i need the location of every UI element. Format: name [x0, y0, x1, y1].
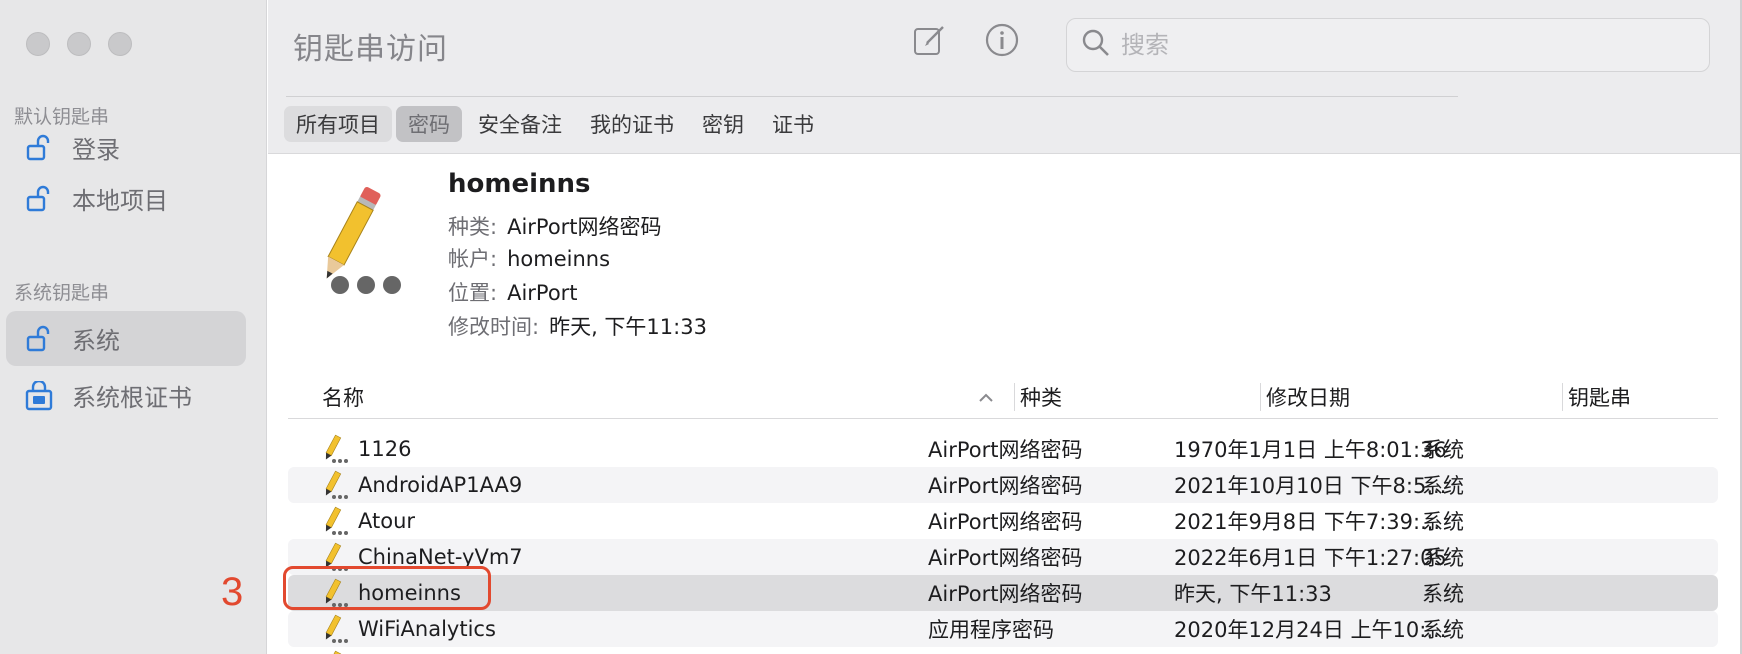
cell-name: Atour — [358, 509, 416, 533]
tab-secure-notes[interactable]: 安全备注 — [466, 106, 574, 142]
cell-keychain: 系统 — [1422, 546, 1464, 570]
sort-ascending-icon[interactable] — [978, 375, 994, 419]
sidebar-item-login[interactable]: 登录 — [6, 120, 246, 175]
tab-all-items[interactable]: 所有项目 — [284, 106, 392, 142]
search-icon — [1081, 28, 1111, 62]
sidebar-item-system-roots[interactable]: 系统根证书 — [6, 368, 246, 423]
sidebar-item-label: 系统 — [72, 327, 120, 355]
annotation-step-number: 3 — [221, 570, 244, 614]
search-input[interactable] — [1121, 31, 1681, 59]
table-row[interactable]: ChinaNet-yVm7 AirPort网络密码 2022年6月1日 下午1:… — [288, 539, 1718, 575]
cell-name: 1126 — [358, 437, 412, 461]
cell-keychain: 系统 — [1422, 474, 1464, 498]
table-row[interactable]: 1126 AirPort网络密码 1970年1月1日 上午8:01:36 系统 — [288, 431, 1718, 467]
cell-date: 1970年1月1日 上午8:01:36 — [1174, 438, 1447, 462]
cell-name — [358, 647, 918, 654]
toolbar: 钥匙串访问 所有项目 密码 安全备注 我的证书 密钥 证书 — [268, 0, 1742, 154]
annotation-highlight-box — [283, 566, 491, 610]
table-row[interactable]: AndroidAP1AA9 AirPort网络密码 2021年10月10日 下午… — [288, 467, 1718, 503]
column-header-keychain[interactable]: 钥匙串 — [1568, 375, 1631, 419]
compose-icon — [913, 23, 947, 61]
cell-date: 2021年10月10日 下午8:5... — [1174, 474, 1447, 498]
tab-certificates[interactable]: 证书 — [760, 106, 826, 142]
info-icon — [984, 22, 1020, 62]
key-pencil-icon — [320, 503, 350, 539]
cell-kind: AirPort网络密码 — [928, 510, 1083, 534]
key-pencil-icon — [320, 467, 350, 503]
sidebar-item-label: 系统根证书 — [72, 384, 192, 412]
table-row[interactable]: WiFiAnalytics 应用程序密码 2020年12月24日 上午10:..… — [288, 611, 1718, 647]
cell-keychain: 系统 — [1422, 618, 1464, 642]
cell-date: 昨天, 下午11:33 — [1174, 582, 1332, 606]
item-detail-panel: homeinns 种类: AirPort网络密码 帐户: homeinns 位置: A… — [268, 155, 1742, 375]
cell-kind: AirPort网络密码 — [928, 546, 1083, 570]
system-keychains-header: 系统钥匙串 — [14, 282, 110, 304]
sidebar-item-local-items[interactable]: 本地项目 — [6, 171, 246, 226]
cell-kind: AirPort网络密码 — [928, 474, 1083, 498]
table-row-selected[interactable]: homeinns AirPort网络密码 昨天, 下午11:33 系统 — [288, 575, 1718, 611]
cell-date: 2022年6月1日 下午1:27:05 — [1174, 546, 1447, 570]
table-row[interactable] — [288, 647, 1718, 654]
search-field[interactable] — [1066, 18, 1710, 72]
account-label: 帐户: — [448, 247, 498, 271]
toolbar-divider — [286, 96, 1458, 97]
cell-keychain: 系统 — [1422, 438, 1464, 462]
tab-keys[interactable]: 密钥 — [690, 106, 756, 142]
table-header: 名称 种类 修改日期 钥匙串 — [288, 375, 1718, 419]
sidebar-item-label: 登录 — [72, 136, 120, 164]
locked-cabinet-icon — [24, 380, 54, 411]
table-row[interactable]: Atour AirPort网络密码 2021年9月8日 下午7:39:... 系… — [288, 503, 1718, 539]
key-pencil-icon — [320, 611, 350, 647]
column-header-name[interactable]: 名称 — [322, 375, 364, 419]
cell-kind: AirPort网络密码 — [928, 438, 1083, 462]
window-title: 钥匙串访问 — [293, 32, 448, 67]
sidebar-item-system[interactable]: 系统 — [6, 311, 246, 366]
cell-kind: AirPort网络密码 — [928, 582, 1083, 606]
cell-kind: 应用程序密码 — [928, 618, 1054, 642]
minimize-window-button[interactable] — [67, 32, 91, 56]
account-value: homeinns — [507, 247, 611, 271]
cell-date: 2021年9月8日 下午7:39:... — [1174, 510, 1441, 534]
tab-my-certificates[interactable]: 我的证书 — [578, 106, 686, 142]
column-divider[interactable] — [1014, 383, 1015, 411]
cell-date: 2020年12月24日 上午10:... — [1174, 618, 1447, 642]
unlocked-padlock-icon — [24, 184, 54, 214]
key-pencil-icon — [320, 647, 350, 654]
column-divider[interactable] — [1260, 383, 1261, 411]
cell-name: AndroidAP1AA9 — [358, 473, 523, 497]
where-label: 位置: — [448, 281, 498, 305]
unlocked-padlock-icon — [24, 324, 54, 354]
tab-passwords[interactable]: 密码 — [396, 106, 462, 142]
unlocked-padlock-icon — [24, 133, 54, 163]
item-kind-row: 种类: AirPort网络密码 — [448, 211, 662, 241]
item-where-row: 位置: AirPort — [448, 277, 578, 307]
table-body: 1126 AirPort网络密码 1970年1月1日 上午8:01:36 系统 … — [288, 431, 1718, 654]
sidebar-item-label: 本地项目 — [72, 187, 168, 215]
cell-keychain: 系统 — [1422, 510, 1464, 534]
cell-keychain: 系统 — [1422, 582, 1464, 606]
kind-label: 种类: — [448, 215, 498, 239]
items-table: 名称 种类 修改日期 钥匙串 1126 AirPort网络密码 1970年1月1… — [268, 375, 1742, 654]
modified-value: 昨天, 下午11:33 — [549, 315, 707, 339]
column-header-date[interactable]: 修改日期 — [1266, 375, 1350, 419]
sidebar: 默认钥匙串 登录 本地项目 系统钥匙串 系统 系统根证书 — [0, 0, 267, 654]
column-divider[interactable] — [1562, 383, 1563, 411]
item-name: homeinns — [448, 169, 591, 199]
key-pencil-icon — [320, 431, 350, 467]
item-modified-row: 修改时间: 昨天, 下午11:33 — [448, 311, 707, 341]
info-button[interactable] — [982, 22, 1022, 62]
kind-value: AirPort网络密码 — [507, 215, 662, 239]
new-item-button[interactable] — [910, 22, 950, 62]
column-header-kind[interactable]: 种类 — [1020, 375, 1062, 419]
zoom-window-button[interactable] — [108, 32, 132, 56]
item-account-row: 帐户: homeinns — [448, 243, 610, 273]
window-controls — [26, 32, 132, 56]
where-value: AirPort — [507, 281, 578, 305]
password-item-icon — [300, 181, 420, 305]
cell-name: WiFiAnalytics — [358, 617, 496, 641]
category-tabs: 所有项目 密码 安全备注 我的证书 密钥 证书 — [284, 106, 826, 142]
close-window-button[interactable] — [26, 32, 50, 56]
modified-label: 修改时间: — [448, 315, 540, 339]
